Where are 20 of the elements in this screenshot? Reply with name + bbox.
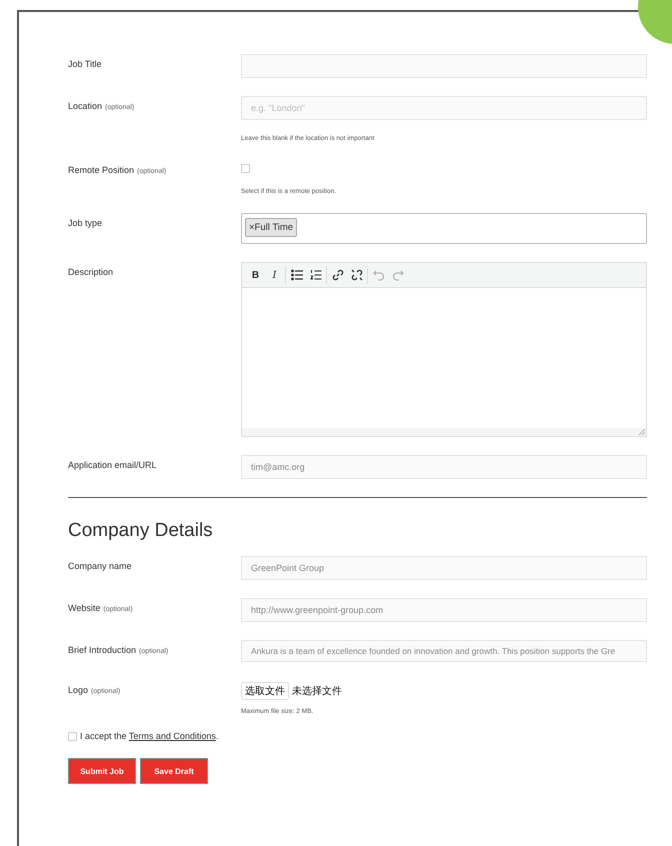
- field-label: Application email/URL: [68, 459, 158, 472]
- input-field[interactable]: tim@amc.org: [241, 455, 647, 479]
- field-label: Company name: [68, 560, 133, 573]
- tag-chip[interactable]: ×Full Time: [245, 218, 298, 237]
- section-heading: Company Details: [68, 520, 214, 542]
- input-field[interactable]: GreenPoint Group: [241, 556, 647, 580]
- file-status: 未选择文件: [292, 684, 342, 698]
- input-field[interactable]: http://www.greenpoint-group.com: [241, 598, 647, 622]
- terms-text: I accept the Terms and Conditions.: [80, 731, 218, 741]
- choose-file-button[interactable]: 选取文件: [241, 682, 289, 700]
- tag-input[interactable]: ×Full Time: [241, 213, 647, 244]
- field-label: Job Title: [68, 58, 103, 71]
- field-label: Job type: [68, 217, 104, 230]
- terms-link[interactable]: Terms and Conditions: [128, 731, 216, 741]
- bold-button[interactable]: B: [246, 265, 265, 285]
- form-button[interactable]: Save Draft: [140, 758, 208, 784]
- field-label: Description: [68, 266, 114, 279]
- italic-button[interactable]: I: [265, 265, 284, 285]
- form-button[interactable]: Submit Job: [68, 758, 136, 784]
- input-field[interactable]: e.g. "London": [241, 96, 647, 120]
